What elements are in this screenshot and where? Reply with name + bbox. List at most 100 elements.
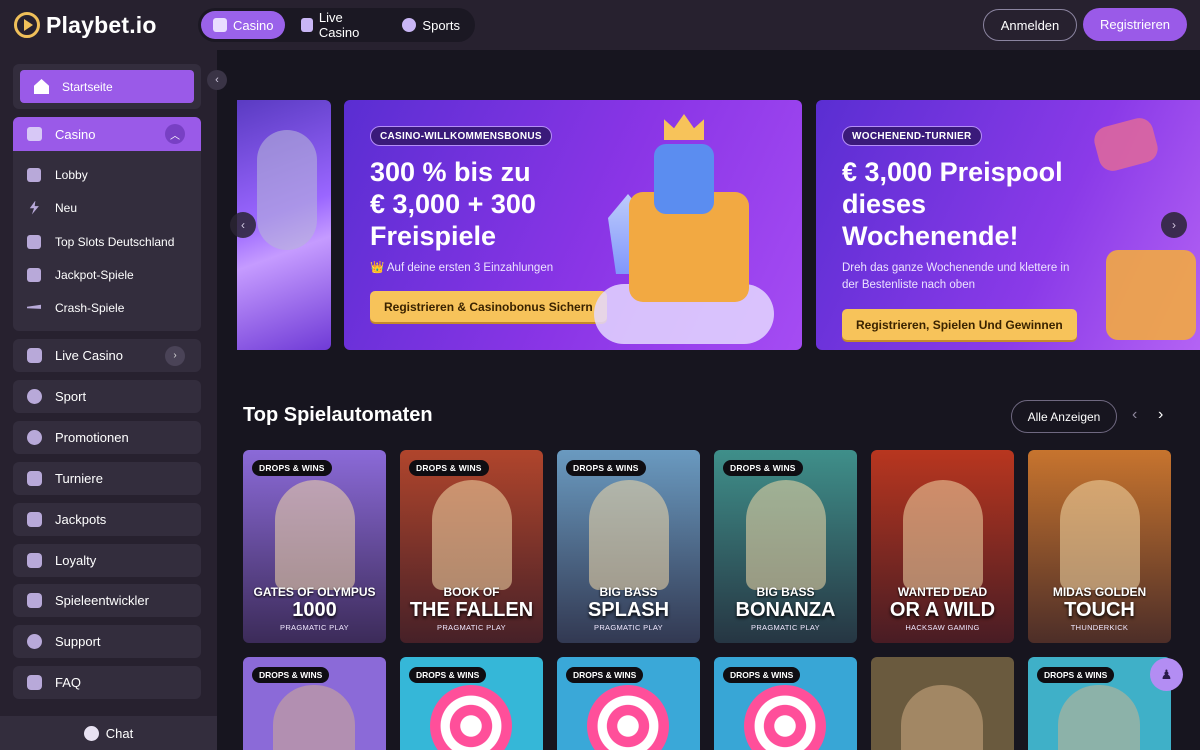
banner-title-line: € 3,000 + 300 [370,189,536,219]
game-tile[interactable]: DROPS & WINS BIG BASS BONANZA PRAGMATIC PLA… [714,450,857,643]
game-art [432,480,512,590]
game-tile[interactable]: DROPS & WINS BOOK OF THE FALLEN PRAGMATIC P… [400,450,543,643]
tab-label: Sports [422,17,460,33]
promo-banner-weekend-tournament[interactable]: WOCHENEND-TURNIER € 3,000 Preispool dies… [816,100,1200,350]
sidebar-item-label: Crash-Spiele [55,300,125,315]
carousel-prev-button[interactable]: ‹ [230,212,256,238]
robot-illustration [257,130,317,250]
game-title-line1: GATES OF OLYMPUS [253,585,376,599]
sidebar-item-turniere[interactable]: Turniere [13,462,201,495]
game-art [903,480,983,590]
sidebar-item-label: Neu [55,200,78,215]
collapse-sidebar-button[interactable]: ‹ [207,70,227,90]
king-robot-illustration [594,114,794,344]
carousel-next-button[interactable]: › [1161,212,1187,238]
game-art [1060,480,1140,590]
welcome-bonus-cta-button[interactable]: Registrieren & Casinobonus Sichern [370,291,607,322]
sidebar-item-label: Top Slots Deutschland [55,234,175,249]
floating-chat-icon[interactable]: ♟ [1150,658,1183,691]
game-tile[interactable]: MIDAS GOLDEN TOUCH THUNDERKICK [1028,450,1171,643]
drops-wins-badge: DROPS & WINS [723,460,803,476]
logo-text: Playbet.io [46,11,157,38]
game-tile[interactable]: DROPS & WINS BIG BASS SPLASH PRAGMATIC PLAY [557,450,700,643]
product-tabs: Casino Live Casino Sports [198,8,475,42]
banner-subtitle-line: der Bestenliste nach oben [842,279,975,291]
game-tile[interactable]: DROPS & WINS [557,657,700,750]
sidebar-item-support[interactable]: Support [13,625,201,658]
drops-wins-badge: DROPS & WINS [252,460,332,476]
sidebar-item-jackpot-spiele[interactable]: Jackpot-Spiele [13,258,201,291]
sidebar-item-casino[interactable]: Casino ︿ [13,117,201,151]
game-provider: PRAGMATIC PLAY [594,623,663,632]
game-tile[interactable]: DROPS & WINS [243,657,386,750]
game-art [1058,685,1140,750]
sidebar-item-faq[interactable]: FAQ [13,666,201,699]
tournament-cta-button[interactable]: Registrieren, Spielen Und Gewinnen [842,309,1077,340]
promo-banner-welcome-bonus[interactable]: CASINO-WILLKOMMENSBONUS 300 % bis zu € 3… [344,100,802,350]
game-tile[interactable]: DROPS & WINS [714,657,857,750]
game-provider: PRAGMATIC PLAY [280,623,349,632]
game-tile[interactable] [871,657,1014,750]
tab-sports[interactable]: Sports [390,11,472,39]
banner-title-line: Freispiele [370,221,497,251]
sidebar-item-live-casino[interactable]: Live Casino › [13,339,201,372]
game-title-line1: BOOK OF [443,585,500,599]
game-title-line2: TOUCH [1064,599,1135,621]
drops-wins-badge: DROPS & WINS [723,667,801,683]
login-button[interactable]: Anmelden [983,9,1077,41]
game-tile[interactable]: DROPS & WINS GATES OF OLYMPUS 1000 PRAGMATI… [243,450,386,643]
game-title-line2: BONANZA [735,599,836,621]
slider-next-arrow[interactable]: › [1158,406,1163,424]
sidebar-item-promotionen[interactable]: Promotionen [13,421,201,454]
chevron-up-icon[interactable]: ︿ [165,124,185,144]
sidebar-item-neu[interactable]: Neu [13,191,201,224]
candy-art [587,685,669,750]
sidebar-item-jackpots[interactable]: Jackpots [13,503,201,536]
sidebar-item-top-slots[interactable]: Top Slots Deutschland [13,225,201,258]
sidebar-item-startseite[interactable]: Startseite [20,70,194,103]
game-art [589,480,669,590]
lightning-icon [29,200,39,215]
drops-wins-badge: DROPS & WINS [1037,667,1115,683]
banner-title-line: Wochenende! [842,221,1019,251]
game-provider: PRAGMATIC PLAY [751,623,820,632]
view-all-button[interactable]: Alle Anzeigen [1011,400,1117,433]
ball-icon [402,18,417,32]
drops-wins-badge: DROPS & WINS [409,667,487,683]
sidebar-item-label: FAQ [55,675,82,690]
register-button[interactable]: Registrieren [1083,8,1187,41]
tab-label: Live Casino [318,10,360,40]
percent-icon [27,430,42,445]
drops-wins-badge: DROPS & WINS [409,460,489,476]
chevron-right-icon[interactable]: › [165,345,185,366]
chat-button[interactable]: Chat [0,716,217,750]
sidebar-item-label: Startseite [62,79,113,94]
game-tile[interactable]: WANTED DEAD OR A WILD HACKSAW GAMING [871,450,1014,643]
chat-label: Chat [105,725,134,741]
tab-casino[interactable]: Casino [201,11,286,39]
gem-illustration [1091,115,1161,174]
game-provider: HACKSAW GAMING [905,623,980,632]
drops-wins-badge: DROPS & WINS [566,460,646,476]
sidebar-item-crash-spiele[interactable]: Crash-Spiele [13,291,201,324]
sidebar-item-lobby[interactable]: Lobby [13,158,201,191]
sidebar-item-sport[interactable]: Sport [13,380,201,413]
candy-art [744,685,826,750]
banner-title-line: dieses [842,189,927,219]
game-tile[interactable]: DROPS & WINS [400,657,543,750]
game-provider: PRAGMATIC PLAY [437,623,506,632]
sidebar-item-loyalty[interactable]: Loyalty [13,544,201,577]
chat-icon [83,725,99,741]
grid-icon [27,553,42,568]
home-icon [34,79,49,94]
slider-prev-arrow[interactable]: ‹ [1132,406,1137,424]
sidebar-item-label: Support [55,634,101,649]
game-provider: THUNDERKICK [1070,623,1129,632]
sidebar-item-spieleentwickler[interactable]: Spieleentwickler [13,584,201,617]
dealer-icon [27,348,42,363]
casino-icon [213,18,227,32]
ball-icon [27,389,42,404]
tab-live-casino[interactable]: Live Casino [289,10,386,40]
site-logo[interactable]: Playbet.io [14,10,157,40]
lobby-icon [27,167,41,182]
